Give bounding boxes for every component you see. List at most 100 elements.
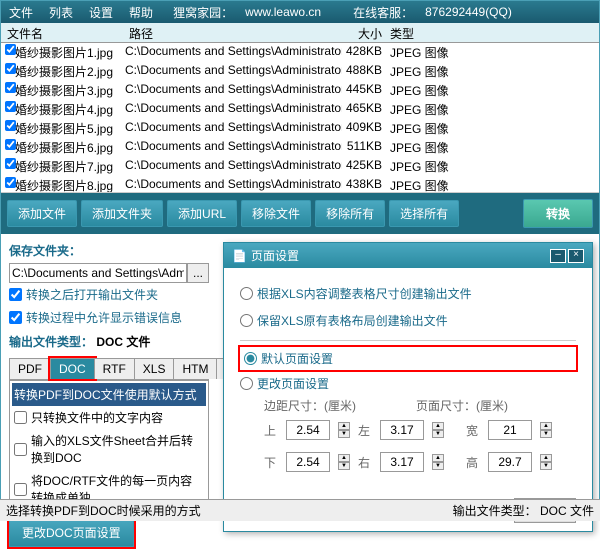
convert-button[interactable]: 转换 bbox=[523, 199, 593, 228]
file-type: JPEG 图像 bbox=[382, 44, 449, 61]
file-path: C:\Documents and Settings\Administrator\… bbox=[125, 158, 342, 175]
minimize-button[interactable]: – bbox=[550, 249, 566, 263]
file-size: 445KB bbox=[342, 82, 382, 99]
file-size: 409KB bbox=[342, 120, 382, 137]
select-all-button[interactable]: 选择所有 bbox=[389, 200, 459, 227]
remove-all-button[interactable]: 移除所有 bbox=[315, 200, 385, 227]
file-name: 婚纱摄影图片3.jpg bbox=[15, 82, 125, 99]
file-type: JPEG 图像 bbox=[382, 120, 449, 137]
file-name: 婚纱摄影图片6.jpg bbox=[15, 139, 125, 156]
margin-bottom-input[interactable] bbox=[286, 452, 330, 472]
margin-right-input[interactable] bbox=[380, 452, 424, 472]
file-type: JPEG 图像 bbox=[382, 63, 449, 80]
file-row[interactable]: 婚纱摄影图片2.jpgC:\Documents and Settings\Adm… bbox=[1, 62, 599, 81]
add-url-button[interactable]: 添加URL bbox=[167, 200, 237, 227]
remove-file-button[interactable]: 移除文件 bbox=[241, 200, 311, 227]
service-qq[interactable]: 876292449(QQ) bbox=[425, 5, 512, 19]
file-name: 婚纱摄影图片5.jpg bbox=[15, 120, 125, 137]
save-path-input[interactable] bbox=[9, 263, 187, 283]
file-type: JPEG 图像 bbox=[382, 158, 449, 175]
file-name: 婚纱摄影图片2.jpg bbox=[15, 63, 125, 80]
output-type-title: 输出文件类型： DOC 文件 bbox=[9, 329, 209, 354]
tab-htm[interactable]: HTM bbox=[173, 358, 217, 379]
tab-pdf[interactable]: PDF bbox=[9, 358, 51, 379]
file-type: JPEG 图像 bbox=[382, 101, 449, 118]
file-row[interactable]: 婚纱摄影图片4.jpgC:\Documents and Settings\Adm… bbox=[1, 100, 599, 119]
format-tabs: PDF DOC RTF XLS HTM TXT bbox=[9, 358, 209, 380]
radio-custom-page[interactable] bbox=[240, 377, 253, 390]
col-type[interactable]: 类型 bbox=[382, 25, 414, 40]
open-after-checkbox[interactable] bbox=[9, 288, 22, 301]
opt-default[interactable]: 转换PDF到DOC文件使用默认方式 bbox=[12, 383, 206, 406]
close-button[interactable]: × bbox=[568, 249, 584, 263]
tab-rtf[interactable]: RTF bbox=[94, 358, 135, 379]
menu-file[interactable]: 文件 bbox=[9, 4, 33, 21]
file-path: C:\Documents and Settings\Administrator\… bbox=[125, 177, 342, 193]
file-type: JPEG 图像 bbox=[382, 177, 449, 193]
menu-settings[interactable]: 设置 bbox=[89, 4, 113, 21]
status-bar: 选择转换PDF到DOC时候采用的方式 输出文件类型： DOC 文件 bbox=[0, 499, 600, 521]
file-path: C:\Documents and Settings\Administrator\… bbox=[125, 139, 342, 156]
margin-top-input[interactable] bbox=[286, 420, 330, 440]
opt-merge-sheets[interactable]: 输入的XLS文件Sheet合并后转换到DOC bbox=[12, 429, 206, 469]
toolbar: 添加文件 添加文件夹 添加URL 移除文件 移除所有 选择所有 转换 bbox=[1, 193, 599, 234]
file-row[interactable]: 婚纱摄影图片1.jpgC:\Documents and Settings\Adm… bbox=[1, 43, 599, 62]
file-size: 425KB bbox=[342, 158, 382, 175]
tab-doc[interactable]: DOC bbox=[50, 358, 95, 379]
page-height-input[interactable] bbox=[488, 452, 532, 472]
menu-help[interactable]: 帮助 bbox=[129, 4, 153, 21]
dialog-titlebar[interactable]: 📄 页面设置 – × bbox=[224, 243, 592, 268]
col-path[interactable]: 路径 bbox=[129, 25, 346, 40]
radio-resize-xls[interactable] bbox=[240, 287, 253, 300]
file-row[interactable]: 婚纱摄影图片6.jpgC:\Documents and Settings\Adm… bbox=[1, 138, 599, 157]
show-error-label: 转换过程中允许显示错误信息 bbox=[26, 309, 182, 326]
file-size: 488KB bbox=[342, 63, 382, 80]
file-path: C:\Documents and Settings\Administrator\… bbox=[125, 44, 342, 61]
menu-bar: 文件 列表 设置 帮助 bbox=[9, 4, 161, 21]
file-row[interactable]: 婚纱摄影图片3.jpgC:\Documents and Settings\Adm… bbox=[1, 81, 599, 100]
margins-label: 边距尺寸：(厘米) bbox=[264, 397, 356, 414]
file-row[interactable]: 婚纱摄影图片5.jpgC:\Documents and Settings\Adm… bbox=[1, 119, 599, 138]
show-error-checkbox[interactable] bbox=[9, 311, 22, 324]
file-size: 511KB bbox=[342, 139, 382, 156]
opt-text-only[interactable]: 只转换文件中的文字内容 bbox=[12, 406, 206, 429]
dialog-title: 页面设置 bbox=[251, 247, 299, 264]
page-size-label: 页面尺寸：(厘米) bbox=[416, 397, 508, 414]
margin-left-input[interactable] bbox=[380, 420, 424, 440]
service-label: 在线客服： bbox=[353, 4, 413, 21]
brand-label: 狸窝家园： bbox=[173, 4, 233, 21]
file-name: 婚纱摄影图片7.jpg bbox=[15, 158, 125, 175]
save-folder-title: 保存文件夹： bbox=[9, 238, 209, 263]
conversion-options: 转换PDF到DOC文件使用默认方式 只转换文件中的文字内容 输入的XLS文件Sh… bbox=[9, 380, 209, 512]
tab-xls[interactable]: XLS bbox=[134, 358, 175, 379]
page-icon: 📄 bbox=[232, 249, 247, 263]
add-folder-button[interactable]: 添加文件夹 bbox=[81, 200, 163, 227]
file-path: C:\Documents and Settings\Administrator\… bbox=[125, 101, 342, 118]
file-name: 婚纱摄影图片8.jpg bbox=[15, 177, 125, 193]
col-size[interactable]: 大小 bbox=[346, 25, 382, 40]
add-file-button[interactable]: 添加文件 bbox=[7, 200, 77, 227]
radio-keep-xls[interactable] bbox=[240, 314, 253, 327]
page-setup-dialog: 📄 页面设置 – × 根据XLS内容调整表格尺寸创建输出文件 保留XLS原有表格… bbox=[223, 242, 593, 532]
page-width-input[interactable] bbox=[488, 420, 532, 440]
brand-url[interactable]: www.leawo.cn bbox=[245, 5, 321, 19]
titlebar: 文件 列表 设置 帮助 狸窝家园： www.leawo.cn 在线客服： 876… bbox=[1, 1, 599, 23]
browse-button[interactable]: ... bbox=[187, 263, 209, 283]
open-after-label: 转换之后打开输出文件夹 bbox=[26, 286, 158, 303]
file-name: 婚纱摄影图片4.jpg bbox=[15, 101, 125, 118]
file-size: 428KB bbox=[342, 44, 382, 61]
col-filename[interactable]: 文件名 bbox=[1, 25, 129, 40]
file-list[interactable]: 婚纱摄影图片1.jpgC:\Documents and Settings\Adm… bbox=[1, 43, 599, 193]
file-path: C:\Documents and Settings\Administrator\… bbox=[125, 120, 342, 137]
page-setup-button[interactable]: 更改DOC页面设置 bbox=[9, 518, 134, 547]
file-path: C:\Documents and Settings\Administrator\… bbox=[125, 82, 342, 99]
menu-list[interactable]: 列表 bbox=[49, 4, 73, 21]
file-name: 婚纱摄影图片1.jpg bbox=[15, 44, 125, 61]
radio-default-page[interactable] bbox=[244, 352, 257, 365]
file-path: C:\Documents and Settings\Administrator\… bbox=[125, 63, 342, 80]
file-type: JPEG 图像 bbox=[382, 82, 449, 99]
file-list-header: 文件名 路径 大小 类型 bbox=[1, 23, 599, 43]
file-row[interactable]: 婚纱摄影图片8.jpgC:\Documents and Settings\Adm… bbox=[1, 176, 599, 193]
status-left: 选择转换PDF到DOC时候采用的方式 bbox=[6, 502, 201, 519]
file-row[interactable]: 婚纱摄影图片7.jpgC:\Documents and Settings\Adm… bbox=[1, 157, 599, 176]
